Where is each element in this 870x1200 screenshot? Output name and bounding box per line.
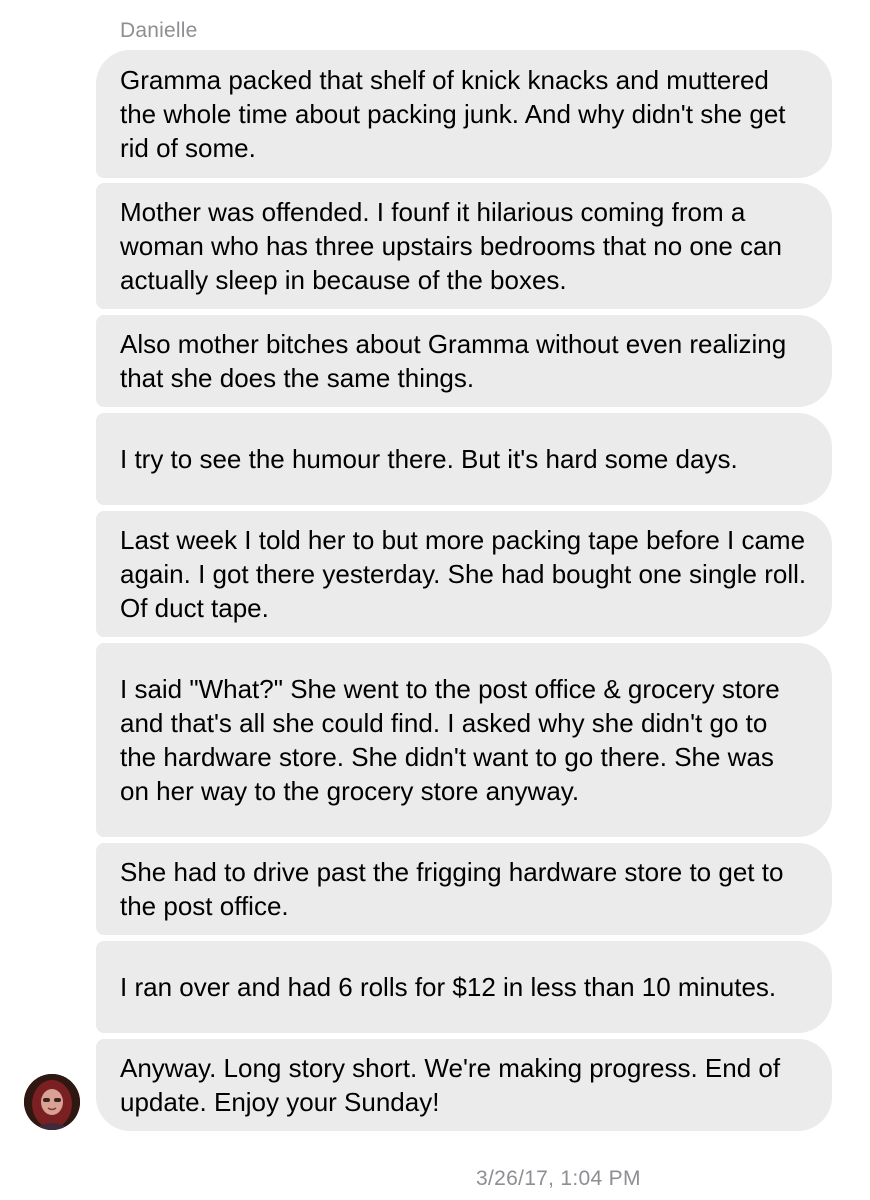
message-bubble[interactable]: Last week I told her to but more packing… xyxy=(96,511,832,637)
message-text: Also mother bitches about Gramma without… xyxy=(120,329,787,393)
message-text: I said "What?" She went to the post offi… xyxy=(120,674,780,806)
message-text: Anyway. Long story short. We're making p… xyxy=(120,1053,781,1117)
message-text: I ran over and had 6 rolls for $12 in le… xyxy=(120,972,777,1002)
message-text: Gramma packed that shelf of knick knacks… xyxy=(120,65,786,163)
message-bubble[interactable]: Mother was offended. I founf it hilariou… xyxy=(96,183,832,309)
message-text: She had to drive past the frigging hardw… xyxy=(120,857,784,921)
avatar[interactable] xyxy=(24,1074,80,1130)
message-timestamp: 3/26/17, 1:04 PM xyxy=(476,1167,641,1190)
message-bubble[interactable]: I said "What?" She went to the post offi… xyxy=(96,643,832,837)
message-bubble[interactable]: I ran over and had 6 rolls for $12 in le… xyxy=(96,941,832,1033)
message-bubble[interactable]: Gramma packed that shelf of knick knacks… xyxy=(96,50,832,178)
message-bubble[interactable]: Also mother bitches about Gramma without… xyxy=(96,315,832,407)
message-text: Mother was offended. I founf it hilariou… xyxy=(120,197,782,295)
user-avatar-icon xyxy=(24,1074,80,1130)
message-text: I try to see the humour there. But it's … xyxy=(120,444,738,474)
message-thread: Danielle Gramma packed that shelf of kni… xyxy=(0,0,870,1200)
message-bubble[interactable]: I try to see the humour there. But it's … xyxy=(96,413,832,505)
message-bubble[interactable]: Anyway. Long story short. We're making p… xyxy=(96,1039,832,1131)
message-bubble[interactable]: She had to drive past the frigging hardw… xyxy=(96,843,832,935)
sender-name: Danielle xyxy=(120,19,198,42)
message-text: Last week I told her to but more packing… xyxy=(120,525,807,623)
